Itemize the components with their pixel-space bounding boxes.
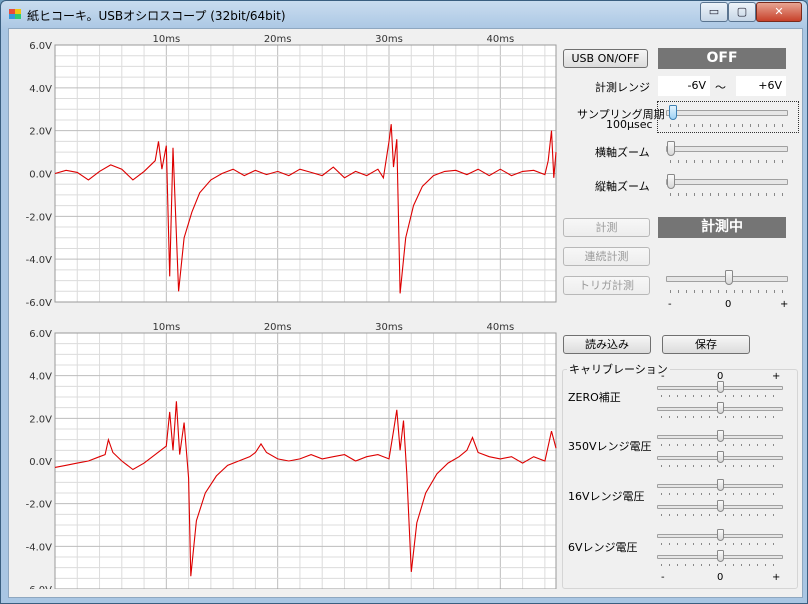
cal-350v-label: 350Vレンジ電圧 xyxy=(568,440,652,453)
cal-slider-ticks xyxy=(661,395,781,397)
cal-zero-label: ZERO補正 xyxy=(568,391,621,404)
cal-slider-thumb[interactable] xyxy=(717,430,724,442)
scope-top-volt-label: 0.0V xyxy=(29,170,52,181)
close-button[interactable]: ✕ xyxy=(756,2,802,22)
range-separator: 〜 xyxy=(715,81,726,94)
range-min-field[interactable]: -6V xyxy=(658,76,710,96)
range-max-field[interactable]: +6V xyxy=(736,76,786,96)
scope-bottom-time-label: 10ms xyxy=(152,322,180,333)
cal-slider-thumb[interactable] xyxy=(717,451,724,463)
vzoom-slider-ticks xyxy=(670,193,788,196)
cal-slider-ticks xyxy=(661,493,781,495)
scope-top-volt-label: 4.0V xyxy=(29,84,52,95)
sampling-slider-track[interactable] xyxy=(666,110,788,116)
measure-button[interactable]: 計測 xyxy=(563,218,650,237)
scope-chart-bottom: 10ms 20ms 30ms 40ms 6.0V 4.0V 2.0V 0.0V -2.0V -4.… xyxy=(26,322,557,589)
scope-chart-top: 10ms 20ms 30ms 40ms 6.0V 4.0V 2.0V 0.0V -2.0V -4.… xyxy=(26,34,557,309)
cal-slider-ticks xyxy=(661,416,781,418)
scope-top-time-label: 40ms xyxy=(486,34,514,45)
cal-slider-ticks xyxy=(661,564,781,566)
cal-slider-ticks xyxy=(661,465,781,467)
scope-top-volt-label: -6.0V xyxy=(26,298,53,309)
cal-slider-ticks xyxy=(661,543,781,545)
scope-bottom-time-label: 30ms xyxy=(375,322,403,333)
scope-bottom-time-label: 20ms xyxy=(264,322,292,333)
trigger-slider-thumb[interactable] xyxy=(725,270,733,285)
save-button[interactable]: 保存 xyxy=(662,335,750,354)
scope-top-time-label: 30ms xyxy=(375,34,403,45)
hzoom-slider-thumb[interactable] xyxy=(667,141,675,156)
scope-bottom-volt-label: -6.0V xyxy=(26,585,53,589)
cal-scale-min-top: - xyxy=(661,371,665,382)
cal-slider-thumb[interactable] xyxy=(717,402,724,414)
app-window: 紙ヒコーキ。USBオシロスコープ (32bit/64bit) ▭ ▢ ✕ 10m… xyxy=(0,0,808,604)
cal-slider-thumb[interactable] xyxy=(717,500,724,512)
trigger-scale-min: - xyxy=(668,299,672,310)
scope-bottom-volt-label: 6.0V xyxy=(29,329,52,340)
cal-slider-thumb[interactable] xyxy=(717,479,724,491)
app-icon xyxy=(9,9,21,19)
hzoom-slider-ticks xyxy=(670,160,788,163)
cal-16v-label: 16Vレンジ電圧 xyxy=(568,490,645,503)
trigger-scale-max: + xyxy=(780,299,789,310)
scope-top-volt-label: 6.0V xyxy=(29,41,52,52)
sampling-focus-box xyxy=(657,101,799,133)
maximize-button[interactable]: ▢ xyxy=(728,2,756,22)
scope-top-volt-label: -2.0V xyxy=(26,212,53,223)
scope-bottom-time-label: 40ms xyxy=(486,322,514,333)
scope-bottom-volt-label: -4.0V xyxy=(26,542,53,553)
measure-status: 計測中 xyxy=(658,217,786,238)
cal-slider-thumb[interactable] xyxy=(717,550,724,562)
cal-slider-thumb[interactable] xyxy=(717,529,724,541)
hzoom-slider-track[interactable] xyxy=(666,146,788,152)
cal-slider-ticks xyxy=(661,514,781,516)
window-title: 紙ヒコーキ。USBオシロスコープ (32bit/64bit) xyxy=(27,9,286,23)
vzoom-slider-track[interactable] xyxy=(666,179,788,185)
cal-slider-ticks xyxy=(661,444,781,446)
scope-bottom-volt-label: 4.0V xyxy=(29,372,52,383)
scope-top-time-label: 20ms xyxy=(264,34,292,45)
cal-scale-max-top: + xyxy=(772,371,781,382)
hzoom-label: 横軸ズーム xyxy=(595,146,650,159)
cal-6v-label: 6Vレンジ電圧 xyxy=(568,541,638,554)
cal-scale-max-bottom: + xyxy=(772,572,781,583)
cal-scale-min-bottom: - xyxy=(661,572,665,583)
usb-onoff-button[interactable]: USB ON/OFF xyxy=(563,49,648,68)
vzoom-label: 縦軸ズーム xyxy=(595,180,650,193)
vzoom-slider-thumb[interactable] xyxy=(667,174,675,189)
sampling-slider-ticks xyxy=(670,124,788,127)
calibration-title: キャリブレーション xyxy=(567,361,670,377)
scope-top-volt-label: -4.0V xyxy=(26,255,53,266)
title-bar[interactable]: 紙ヒコーキ。USBオシロスコープ (32bit/64bit) ▭ ▢ ✕ xyxy=(1,1,807,27)
load-button[interactable]: 読み込み xyxy=(563,335,651,354)
scope-bottom-volt-label: 2.0V xyxy=(29,414,52,425)
trigger-measure-button[interactable]: トリガ計測 xyxy=(563,276,650,295)
continuous-measure-button[interactable]: 連続計測 xyxy=(563,247,650,266)
scope-bottom-volt-label: 0.0V xyxy=(29,457,52,468)
minimize-button[interactable]: ▭ xyxy=(700,2,728,22)
trigger-slider-ticks xyxy=(670,290,788,293)
scope-bottom-volt-label: -2.0V xyxy=(26,500,53,511)
trigger-scale-mid: 0 xyxy=(725,299,732,310)
range-label: 計測レンジ xyxy=(595,81,650,94)
scope-top-volt-label: 2.0V xyxy=(29,127,52,138)
scope-top-time-label: 10ms xyxy=(152,34,180,45)
sampling-slider-thumb[interactable] xyxy=(669,105,677,120)
usb-status: OFF xyxy=(658,48,786,69)
cal-slider-thumb[interactable] xyxy=(717,381,724,393)
sampling-value: 100μsec xyxy=(606,118,653,131)
cal-scale-mid-bottom: 0 xyxy=(717,572,724,583)
